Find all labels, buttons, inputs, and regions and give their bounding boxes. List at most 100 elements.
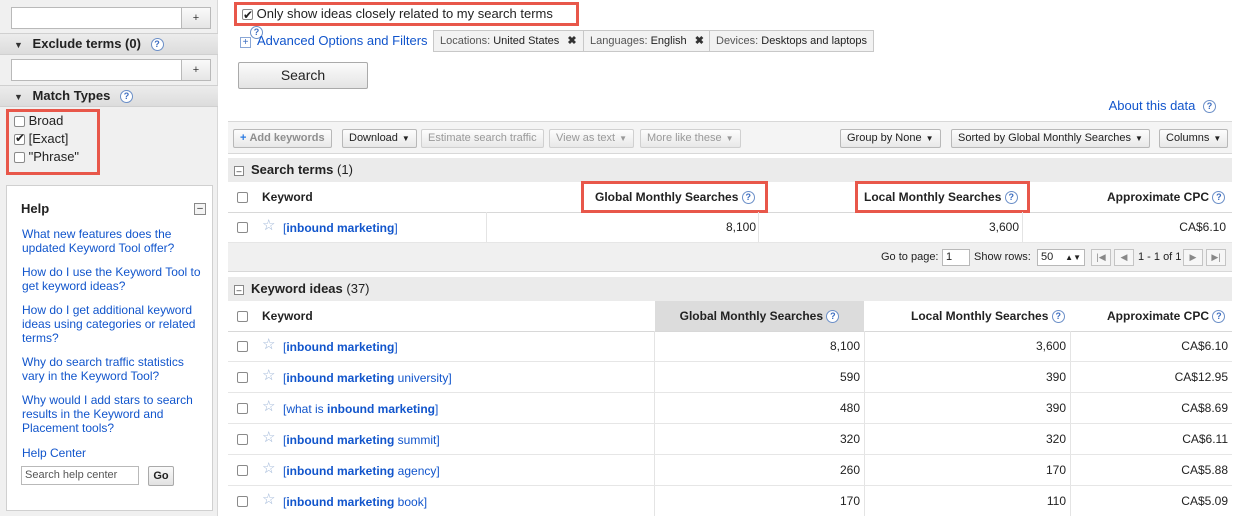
star-icon[interactable]: ☆ bbox=[262, 399, 275, 414]
row-checkbox[interactable] bbox=[237, 465, 248, 476]
download-button[interactable]: Download ▼ bbox=[342, 129, 417, 148]
select-all-checkbox[interactable] bbox=[237, 192, 248, 203]
first-page-button[interactable]: |◀ bbox=[1091, 249, 1111, 266]
global-searches-value: 170 bbox=[839, 494, 860, 508]
caret-down-icon: ▼ bbox=[925, 134, 934, 143]
help-collapse-button[interactable]: – bbox=[194, 203, 206, 215]
prev-page-button[interactable]: ◀ bbox=[1114, 249, 1134, 266]
keyword-link[interactable]: [inbound marketing summit] bbox=[283, 424, 440, 456]
keyword-suffix: book] bbox=[394, 495, 428, 509]
help-link-how-to-use[interactable]: How do I use the Keyword Tool to get key… bbox=[22, 265, 207, 293]
sorted-by-dropdown[interactable]: Sorted by Global Monthly Searches ▼ bbox=[951, 129, 1150, 148]
match-types-header[interactable]: ▼ Match Types ? bbox=[0, 85, 218, 107]
help-center-link[interactable]: Help Center bbox=[22, 446, 207, 460]
include-add-button[interactable]: + bbox=[181, 7, 211, 29]
keyword-link[interactable]: [inbound marketing agency] bbox=[283, 455, 440, 487]
local-searches-value: 320 bbox=[1045, 432, 1066, 446]
row-checkbox[interactable] bbox=[237, 434, 248, 445]
help-link-new-features[interactable]: What new features does the updated Keywo… bbox=[22, 227, 207, 255]
next-page-button[interactable]: ▶ bbox=[1183, 249, 1203, 266]
star-icon[interactable]: ☆ bbox=[262, 337, 275, 352]
global-searches-column-header[interactable]: Global Monthly Searches ? bbox=[655, 301, 864, 331]
advanced-options-link[interactable]: + Advanced Options and Filters bbox=[240, 33, 428, 48]
group-by-dropdown[interactable]: Group by None ▼ bbox=[840, 129, 941, 148]
keyword-column-header[interactable]: Keyword bbox=[262, 182, 313, 212]
more-like-these-button[interactable]: More like these ▼ bbox=[640, 129, 741, 148]
keyword-link[interactable]: [inbound marketing] bbox=[283, 212, 398, 244]
only-show-checkbox[interactable] bbox=[242, 6, 253, 24]
cpc-column-header[interactable]: Approximate CPC ? bbox=[1107, 182, 1226, 212]
keyword-ideas-title: Keyword ideas bbox=[251, 281, 343, 296]
row-checkbox[interactable] bbox=[237, 222, 248, 233]
row-checkbox[interactable] bbox=[237, 372, 248, 383]
search-terms-section-header[interactable]: – Search terms (1) bbox=[228, 158, 1232, 183]
help-link-additional-ideas[interactable]: How do I get additional keyword ideas us… bbox=[22, 303, 207, 345]
keyword-column-header[interactable]: Keyword bbox=[262, 301, 313, 331]
location-chip[interactable]: Locations: United States ✖ bbox=[433, 30, 584, 52]
star-icon[interactable]: ☆ bbox=[262, 218, 275, 233]
search-button[interactable]: Search bbox=[238, 62, 368, 89]
help-icon[interactable]: ? bbox=[1212, 310, 1226, 324]
page-number-input[interactable]: 1 bbox=[942, 249, 970, 266]
help-link-stars[interactable]: Why would I add stars to search results … bbox=[22, 393, 207, 435]
star-icon[interactable]: ☆ bbox=[262, 461, 275, 476]
help-icon[interactable]: ? bbox=[119, 90, 133, 104]
collapse-minus-icon[interactable]: – bbox=[234, 165, 244, 176]
star-icon[interactable]: ☆ bbox=[262, 430, 275, 445]
about-this-data-link[interactable]: About this data ? bbox=[1108, 98, 1216, 114]
exact-checkbox[interactable] bbox=[14, 131, 25, 146]
table-row[interactable]: ☆ [inbound marketing book] 170 110 CA$5.… bbox=[228, 486, 1232, 516]
star-icon[interactable]: ☆ bbox=[262, 368, 275, 383]
table-row[interactable]: ☆ [inbound marketing agency] 260 170 CA$… bbox=[228, 455, 1232, 486]
exclude-terms-input[interactable]: + bbox=[11, 59, 211, 81]
columns-dropdown[interactable]: Columns ▼ bbox=[1159, 129, 1229, 148]
table-row[interactable]: ☆ [inbound marketing university] 590 390… bbox=[228, 362, 1232, 393]
row-checkbox[interactable] bbox=[237, 403, 248, 414]
exclude-terms-header[interactable]: ▼ Exclude terms (0) ? bbox=[0, 33, 218, 55]
last-page-button[interactable]: ▶| bbox=[1206, 249, 1226, 266]
left-panel: + ▼ Exclude terms (0) ? + ▼ Match Types … bbox=[0, 0, 218, 516]
add-keywords-button[interactable]: + Add keywords bbox=[233, 129, 332, 148]
phrase-checkbox[interactable] bbox=[14, 152, 25, 164]
keyword-link[interactable]: [inbound marketing] bbox=[283, 331, 398, 363]
exclude-add-button[interactable]: + bbox=[181, 59, 211, 81]
rows-per-page-select[interactable]: 50 ▲▼ bbox=[1037, 249, 1085, 266]
match-type-broad[interactable]: Broad bbox=[14, 113, 63, 128]
table-row[interactable]: ☆ [inbound marketing summit] 320 320 CA$… bbox=[228, 424, 1232, 455]
only-show-related-option[interactable]: Only show ideas closely related to my se… bbox=[234, 2, 579, 40]
help-icon[interactable]: ? bbox=[1051, 310, 1065, 324]
broad-checkbox[interactable] bbox=[14, 116, 25, 128]
go-button[interactable]: Go bbox=[148, 466, 174, 486]
keyword-link[interactable]: [what is inbound marketing] bbox=[283, 393, 438, 425]
help-icon[interactable]: ? bbox=[826, 310, 840, 324]
about-label: About this data bbox=[1108, 98, 1196, 113]
estimate-traffic-button[interactable]: Estimate search traffic bbox=[421, 129, 544, 148]
table-row[interactable]: ☆ [what is inbound marketing] 480 390 CA… bbox=[228, 393, 1232, 424]
view-as-text-button[interactable]: View as text ▼ bbox=[549, 129, 635, 148]
include-terms-input[interactable]: + bbox=[11, 7, 211, 29]
cpc-column-header[interactable]: Approximate CPC ? bbox=[1107, 301, 1226, 331]
language-chip[interactable]: Languages: English ✖ bbox=[583, 30, 711, 52]
help-icon[interactable]: ? bbox=[1203, 100, 1216, 114]
star-icon[interactable]: ☆ bbox=[262, 492, 275, 507]
match-type-phrase[interactable]: "Phrase" bbox=[14, 149, 79, 164]
collapse-minus-icon[interactable]: – bbox=[234, 284, 244, 295]
table-row[interactable]: ☆ [inbound marketing] 8,100 3,600 CA$6.1… bbox=[228, 212, 1232, 243]
sorted-by-label: Sorted by Global Monthly Searches bbox=[958, 132, 1132, 144]
keyword-link[interactable]: [inbound marketing university] bbox=[283, 362, 452, 394]
help-icon[interactable]: ? bbox=[1212, 191, 1226, 205]
remove-chip-icon[interactable]: ✖ bbox=[567, 35, 576, 47]
remove-chip-icon[interactable]: ✖ bbox=[695, 35, 704, 47]
help-icon[interactable]: ? bbox=[150, 38, 164, 52]
select-all-checkbox[interactable] bbox=[237, 311, 248, 322]
keyword-link[interactable]: [inbound marketing book] bbox=[283, 486, 427, 516]
keyword-ideas-section-header[interactable]: – Keyword ideas (37) bbox=[228, 277, 1232, 302]
row-checkbox[interactable] bbox=[237, 496, 248, 507]
local-searches-column-header[interactable]: Local Monthly Searches ? bbox=[911, 301, 1065, 331]
row-checkbox[interactable] bbox=[237, 341, 248, 352]
help-link-traffic-stats[interactable]: Why do search traffic statistics vary in… bbox=[22, 355, 207, 383]
match-type-exact[interactable]: [Exact] bbox=[14, 131, 68, 146]
table-row[interactable]: ☆ [inbound marketing] 8,100 3,600 CA$6.1… bbox=[228, 331, 1232, 362]
search-help-input[interactable]: Search help center bbox=[21, 466, 139, 485]
devices-chip[interactable]: Devices: Desktops and laptops bbox=[709, 30, 875, 52]
